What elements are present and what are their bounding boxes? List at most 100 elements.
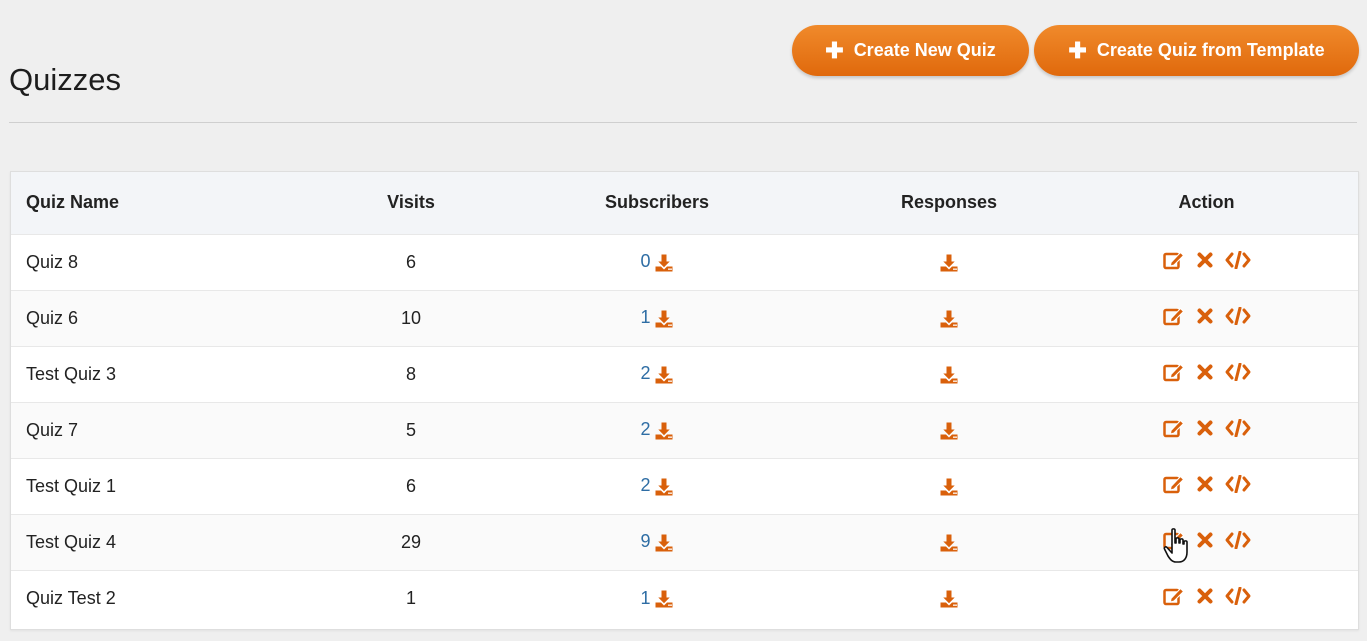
- subscribers-count-link[interactable]: 0: [640, 251, 650, 271]
- subscribers-cell: 0: [526, 234, 788, 291]
- close-icon[interactable]: [1197, 364, 1213, 380]
- quiz-name-cell: Quiz 7: [11, 402, 296, 459]
- quiz-name-cell: Quiz 8: [11, 234, 296, 291]
- subscribers-cell: 2: [526, 458, 788, 515]
- code-icon[interactable]: [1225, 530, 1251, 549]
- subscribers-count-link[interactable]: 1: [640, 307, 650, 327]
- visits-cell: 6: [296, 458, 526, 515]
- download-icon[interactable]: [939, 253, 959, 273]
- table-header-row: Quiz Name Visits Subscribers Responses A…: [11, 172, 1358, 235]
- visits-cell: 6: [296, 234, 526, 291]
- download-icon[interactable]: [654, 309, 674, 329]
- visits-cell: 1: [405, 587, 416, 608]
- subscribers-count-link[interactable]: 1: [640, 588, 650, 608]
- quiz-name-cell: Quiz Test 2: [26, 587, 116, 608]
- table-row: Quiz 75 2: [11, 402, 1358, 459]
- quizzes-table: Quiz Name Visits Subscribers Responses A…: [11, 172, 1358, 626]
- download-icon[interactable]: [654, 421, 674, 441]
- download-icon[interactable]: [654, 253, 674, 273]
- column-header-subscribers: Subscribers: [526, 172, 788, 235]
- download-icon[interactable]: [939, 477, 959, 497]
- download-icon[interactable]: [654, 477, 674, 497]
- visits-cell: 8: [296, 346, 526, 403]
- responses-cell: [788, 402, 1110, 459]
- column-header-quiz-name: Quiz Name: [11, 172, 296, 235]
- close-icon[interactable]: [1197, 588, 1213, 604]
- code-icon[interactable]: [1225, 418, 1251, 437]
- close-icon[interactable]: [1197, 532, 1213, 548]
- edit-icon[interactable]: [1162, 418, 1185, 438]
- edit-icon[interactable]: [1162, 362, 1185, 382]
- column-header-visits: Visits: [296, 172, 526, 235]
- action-cell: [1110, 514, 1358, 571]
- responses-cell: [788, 570, 1110, 626]
- responses-cell: [788, 458, 1110, 515]
- plus-icon: ✚: [1068, 37, 1087, 63]
- table-row: Test Quiz 4 29 9: [11, 514, 1358, 571]
- edit-icon[interactable]: [1162, 586, 1185, 606]
- table-row: Test Quiz 38 2: [11, 346, 1358, 403]
- subscribers-cell: 1: [526, 290, 788, 347]
- quizzes-table-card: Quiz Name Visits Subscribers Responses A…: [10, 171, 1359, 630]
- table-row: Quiz 86 0: [11, 234, 1358, 291]
- action-cell: [1110, 570, 1358, 626]
- action-cell: [1110, 234, 1358, 291]
- download-icon[interactable]: [939, 533, 959, 553]
- action-cell: [1110, 290, 1358, 347]
- subscribers-cell: 1: [526, 570, 788, 626]
- edit-icon[interactable]: [1162, 306, 1185, 326]
- code-icon[interactable]: [1225, 586, 1251, 605]
- download-icon[interactable]: [939, 421, 959, 441]
- edit-icon[interactable]: [1162, 250, 1185, 270]
- title-divider: [9, 122, 1357, 123]
- column-header-responses: Responses: [788, 172, 1110, 235]
- download-icon[interactable]: [654, 533, 674, 553]
- edit-icon[interactable]: [1162, 530, 1185, 550]
- responses-cell: [788, 234, 1110, 291]
- subscribers-cell: 9: [526, 514, 788, 571]
- create-new-quiz-label: Create New Quiz: [853, 40, 996, 60]
- visits-cell: 10: [296, 290, 526, 347]
- download-icon[interactable]: [654, 589, 674, 609]
- plus-icon: ✚: [825, 37, 844, 63]
- code-icon[interactable]: [1225, 362, 1251, 381]
- quiz-name-cell: Quiz 6: [11, 290, 296, 347]
- download-icon[interactable]: [939, 589, 959, 609]
- column-header-action: Action: [1110, 172, 1358, 235]
- subscribers-cell: 2: [526, 346, 788, 403]
- visits-cell: 29: [296, 514, 526, 571]
- action-cell: [1110, 346, 1358, 403]
- download-icon[interactable]: [939, 365, 959, 385]
- subscribers-count-link[interactable]: 2: [640, 475, 650, 495]
- code-icon[interactable]: [1225, 306, 1251, 325]
- close-icon[interactable]: [1197, 476, 1213, 492]
- action-cell: [1110, 458, 1358, 515]
- responses-cell: [788, 514, 1110, 571]
- quiz-name-cell: Test Quiz 4: [11, 514, 296, 571]
- close-icon[interactable]: [1197, 252, 1213, 268]
- quiz-name-cell: Test Quiz 1: [11, 458, 296, 515]
- subscribers-count-link[interactable]: 2: [640, 363, 650, 383]
- subscribers-cell: 2: [526, 402, 788, 459]
- responses-cell: [788, 346, 1110, 403]
- table-row: Quiz 6 10 1: [11, 290, 1358, 347]
- download-icon[interactable]: [654, 365, 674, 385]
- table-row: Test Quiz 16 2: [11, 458, 1358, 515]
- subscribers-count-link[interactable]: 2: [640, 419, 650, 439]
- code-icon[interactable]: [1225, 474, 1251, 493]
- close-icon[interactable]: [1197, 420, 1213, 436]
- visits-cell: 5: [296, 402, 526, 459]
- create-new-quiz-button[interactable]: ✚ Create New Quiz: [792, 25, 1029, 76]
- edit-icon[interactable]: [1162, 474, 1185, 494]
- quiz-name-cell: Test Quiz 3: [11, 346, 296, 403]
- subscribers-count-link[interactable]: 9: [640, 531, 650, 551]
- page-title: Quizzes: [9, 62, 121, 97]
- table-body: Quiz 8 6 0 Quiz 6 10 1 Test Quiz 3 8 2 Quiz 7 5 2 Te…: [11, 234, 1358, 626]
- create-quiz-from-template-label: Create Quiz from Template: [1096, 40, 1325, 60]
- close-icon[interactable]: [1197, 308, 1213, 324]
- code-icon[interactable]: [1225, 250, 1251, 269]
- table-row: Quiz Test 2 1 1: [11, 570, 1358, 626]
- create-quiz-from-template-button[interactable]: ✚ Create Quiz from Template: [1034, 25, 1359, 76]
- action-cell: [1110, 402, 1358, 459]
- download-icon[interactable]: [939, 309, 959, 329]
